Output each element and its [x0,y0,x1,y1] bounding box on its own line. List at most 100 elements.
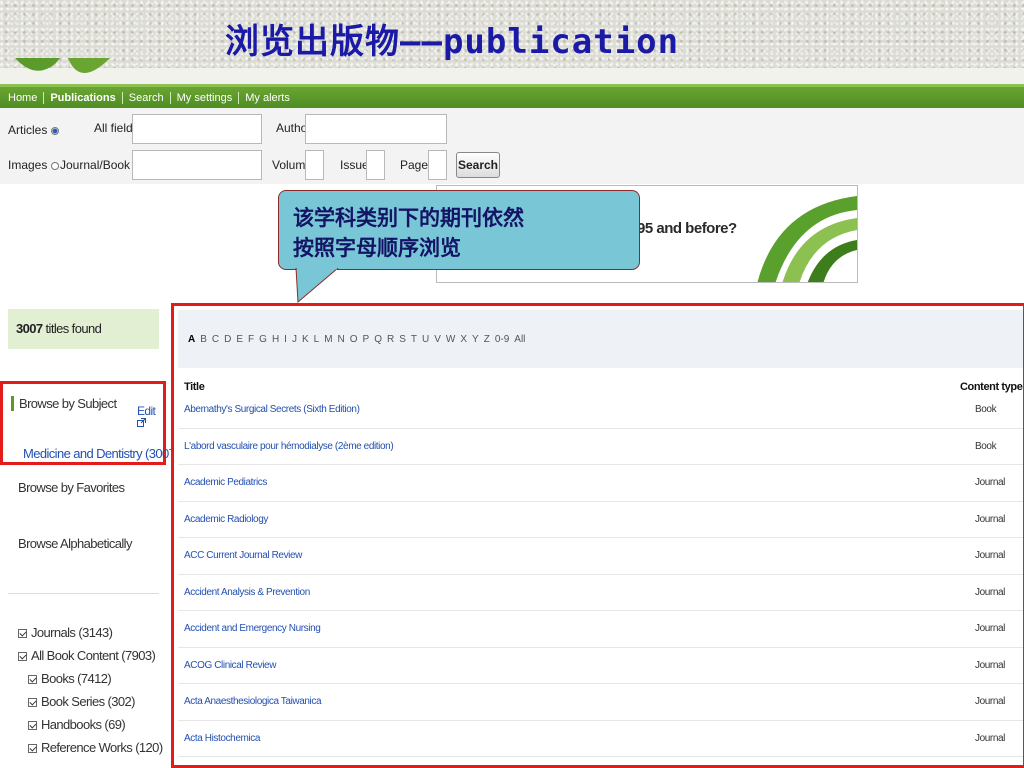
publication-title-link[interactable]: Academic Radiology [184,514,268,525]
content-type: Book [975,440,997,452]
publication-title-link[interactable]: ACC Current Journal Review [184,550,302,561]
articles-radio[interactable] [51,126,60,135]
content-type: Book [975,404,997,415]
filter-book-series[interactable]: Book Series (302) [28,694,135,709]
issue-label: Issue [340,158,369,172]
table-row: Abernathy's Surgical Secrets (Sixth Edit… [178,392,1023,429]
alpha-letter[interactable]: W [446,334,455,345]
alpha-letter[interactable]: U [422,334,429,345]
content-type: Journal [975,623,1005,634]
table-row: Academic Radiology Journal [178,502,1023,538]
alpha-letter[interactable]: N [338,334,345,345]
alpha-letter[interactable]: All [514,334,525,345]
callout-pointer [295,268,339,304]
alpha-letter[interactable]: V [434,334,441,345]
page-input[interactable] [428,150,447,180]
publication-title-link[interactable]: Abernathy's Surgical Secrets (Sixth Edit… [184,404,360,415]
publication-title-link[interactable]: Acta Anaesthesiologica Taiwanica [184,696,322,707]
alpha-letter[interactable]: Y [472,334,479,345]
alpha-letter[interactable]: B [200,334,207,345]
search-button[interactable]: Search [456,152,500,178]
alpha-letter[interactable]: T [411,334,417,345]
alpha-letter[interactable]: Q [374,334,382,345]
all-book-checkbox[interactable] [18,652,27,662]
journal-title-input[interactable] [132,150,262,180]
nav-home[interactable]: Home [6,92,43,104]
nav-search[interactable]: Search [121,91,170,104]
publication-title-link[interactable]: ACOG Clinical Review [184,660,276,671]
logo-icon [15,58,110,73]
author-input[interactable] [305,114,447,144]
browse-by-favorites[interactable]: Browse by Favorites [18,480,125,495]
table-row: L'abord vasculaire pour hémodialyse (2èm… [178,429,1023,465]
books-checkbox[interactable] [28,675,37,685]
search-panel: Articles All fields Author Images Journa… [0,108,1024,184]
nav-my-alerts[interactable]: My alerts [238,91,296,104]
table-row: Accident and Emergency Nursing Journal [178,611,1023,648]
table-row: Academic Pediatrics Journal [178,465,1023,502]
content-type: Journal [975,477,1005,488]
titles-found: 3007 titles found [8,309,159,349]
alpha-letter[interactable]: S [399,334,406,345]
alpha-letter[interactable]: F [248,334,254,345]
alpha-letter[interactable]: X [460,334,467,345]
articles-option[interactable]: Articles [8,123,60,137]
alpha-letter[interactable]: O [350,334,358,345]
publication-title-link[interactable]: L'abord vasculaire pour hémodialyse (2èm… [184,441,394,452]
filter-all-book-content[interactable]: All Book Content (7903) [18,648,156,663]
alpha-letter[interactable]: K [302,334,309,345]
ad-swoosh-icon [757,196,857,282]
page-label: Page [400,158,429,172]
content-type: Journal [975,732,1005,744]
sidebar-divider [8,593,159,594]
issue-input[interactable] [366,150,385,180]
alpha-letter[interactable]: Z [484,334,490,345]
alpha-letter[interactable]: R [387,334,394,345]
alpha-letter[interactable]: M [324,334,332,345]
filter-handbooks[interactable]: Handbooks (69) [28,717,126,732]
alpha-letter[interactable]: P [363,334,370,345]
images-radio[interactable] [51,161,60,170]
edit-link[interactable]: Edit [137,404,163,432]
publication-title-link[interactable]: Accident Analysis & Prevention [184,587,310,598]
subject-medicine-dentistry[interactable]: Medicine and Dentistry (3007) [23,446,180,461]
alpha-letter[interactable]: H [272,334,279,345]
browse-by-subject[interactable]: Browse by Subject [11,396,117,411]
publication-rows: Abernathy's Surgical Secrets (Sixth Edit… [178,392,1023,757]
alpha-letter[interactable]: I [284,334,287,345]
alpha-letter[interactable]: E [236,334,243,345]
slide-title: 浏览出版物——publication [225,22,680,62]
filter-books[interactable]: Books (7412) [28,671,112,686]
publication-title-link[interactable]: Academic Pediatrics [184,477,267,488]
external-link-icon [137,418,146,427]
nav-my-settings[interactable]: My settings [169,91,239,104]
journals-checkbox[interactable] [18,629,27,639]
alpha-letter[interactable]: J [292,334,297,345]
app-screenshot: Home Publications Search My settings My … [0,84,1024,768]
alpha-letter[interactable]: G [259,334,267,345]
alpha-letter[interactable]: C [212,334,219,345]
browse-alphabetically[interactable]: Browse Alphabetically [18,536,132,551]
filter-reference-works[interactable]: Reference Works (120) [28,740,163,755]
publication-title-link[interactable]: Acta Histochemica [184,733,260,744]
callout-line-2: 按照字母顺序浏览 [293,236,461,260]
alpha-letter[interactable]: D [224,334,231,345]
table-row: ACOG Clinical Review Journal [178,648,1023,684]
alpha-letter[interactable]: A [188,334,195,345]
all-fields-input[interactable] [132,114,262,144]
nav-publications[interactable]: Publications [43,91,121,104]
content-type: Journal [975,696,1005,707]
table-row: Acta Anaesthesiologica Taiwanica Journal [178,684,1023,721]
filter-journals[interactable]: Journals (3143) [18,625,113,640]
book-series-checkbox[interactable] [28,698,37,708]
handbooks-checkbox[interactable] [28,721,37,731]
alpha-letter[interactable]: 0-9 [495,334,509,345]
volume-input[interactable] [305,150,324,180]
reference-works-checkbox[interactable] [28,744,37,754]
callout-line-1: 该学科类别下的期刊依然 [293,206,524,230]
alpha-letter[interactable]: L [314,334,320,345]
content-type: Journal [975,586,1005,598]
images-option[interactable]: Images [8,158,60,172]
table-row: ACC Current Journal Review Journal [178,538,1023,575]
publication-title-link[interactable]: Accident and Emergency Nursing [184,623,321,634]
